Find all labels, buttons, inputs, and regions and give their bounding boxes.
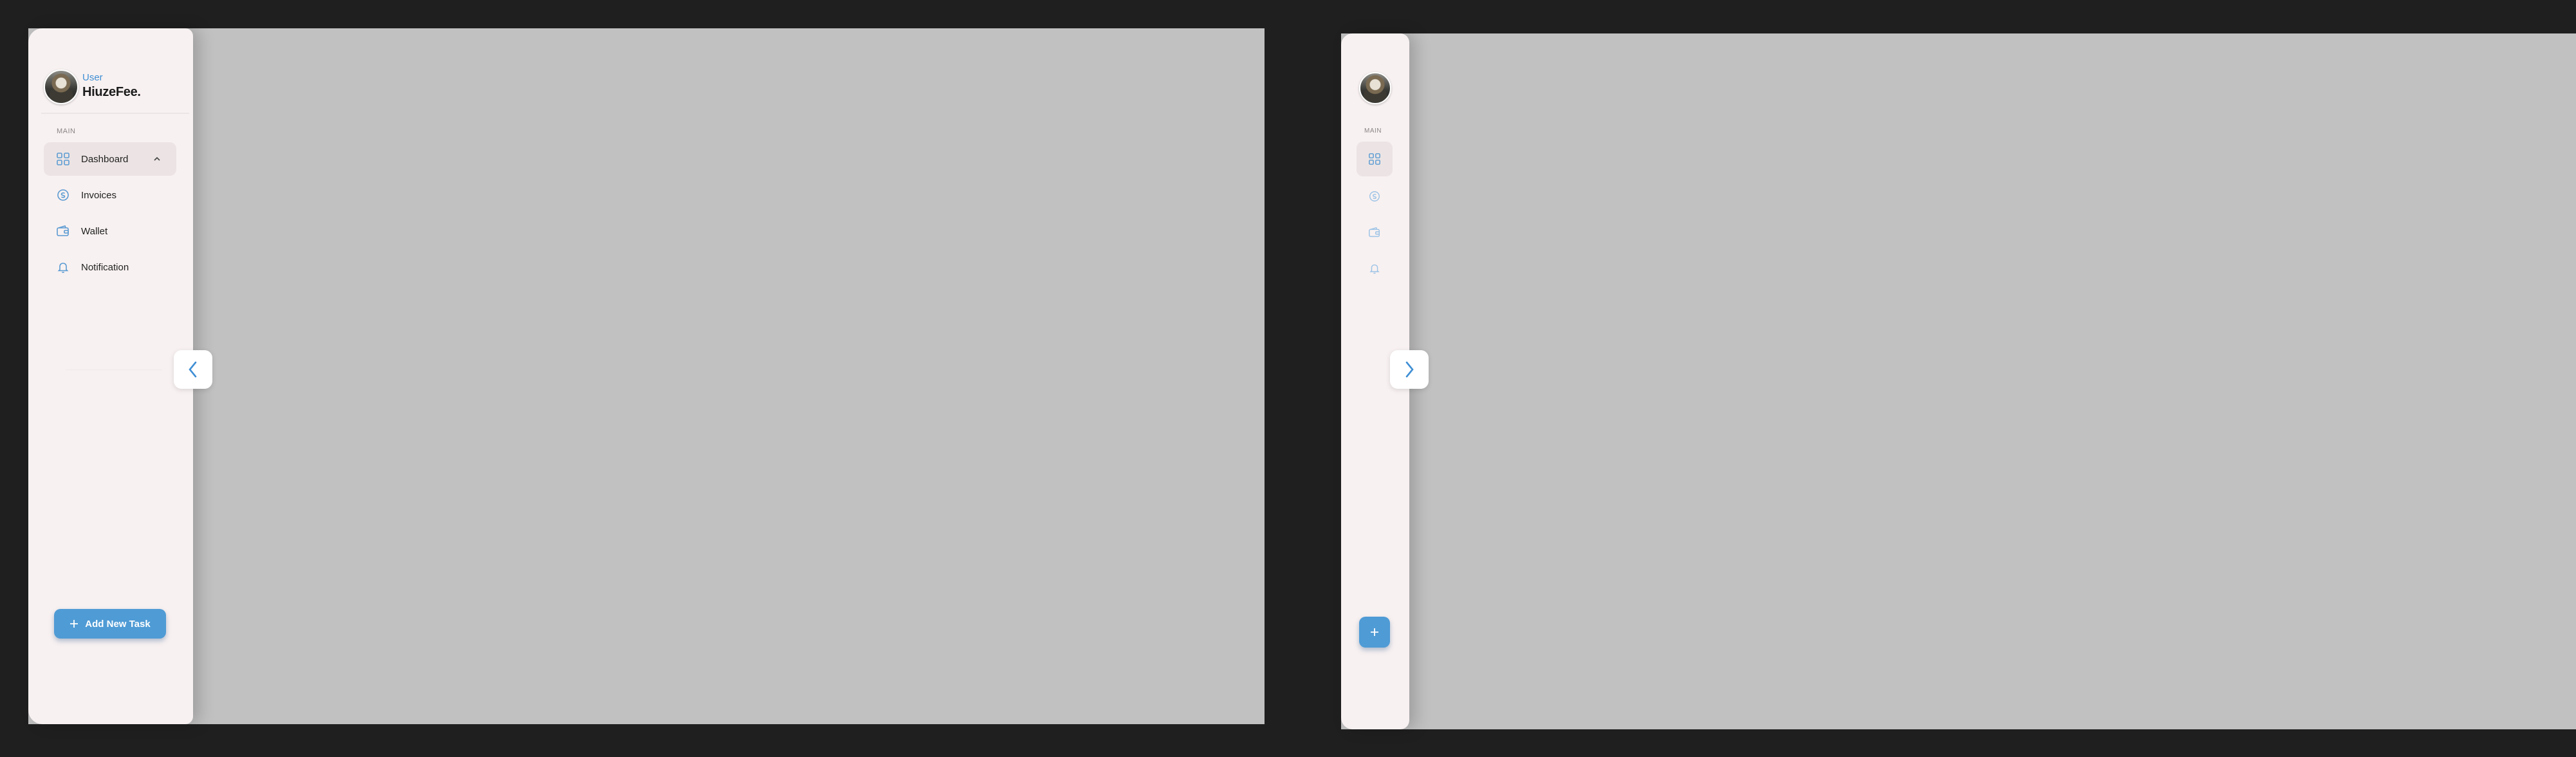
invoice-icon (1368, 190, 1381, 203)
plus-icon (69, 619, 79, 628)
user-role-label: User (82, 72, 103, 83)
sidebar-item-wallet[interactable] (1357, 215, 1393, 250)
sidebar-item-label: Wallet (81, 225, 108, 237)
add-new-task-label: Add New Task (85, 618, 151, 630)
divider (41, 113, 189, 114)
chevron-right-icon (1402, 360, 1416, 379)
collapse-sidebar-button[interactable] (174, 350, 212, 389)
sidebar-item-dashboard[interactable] (1357, 142, 1393, 176)
bell-icon (55, 259, 71, 275)
wallet-icon (55, 223, 71, 239)
divider (66, 369, 162, 370)
section-label-main: MAIN (57, 127, 76, 135)
invoice-icon (55, 187, 71, 203)
sidebar-item-notification[interactable] (1357, 251, 1393, 286)
grid-icon (55, 151, 71, 167)
avatar[interactable] (44, 70, 79, 104)
grid-icon (1368, 153, 1381, 165)
plus-icon (1370, 628, 1379, 637)
wallet-icon (1368, 226, 1381, 239)
sidebar-item-notification[interactable]: Notification (44, 250, 176, 284)
sidebar-item-invoices[interactable] (1357, 179, 1393, 214)
sidebar-item-dashboard[interactable]: Dashboard (44, 142, 176, 176)
chevron-left-icon (186, 360, 200, 379)
expanded-layout-panel: User HiuzeFee. MAIN Dashboard Invoices W… (28, 28, 1265, 724)
avatar[interactable] (1359, 72, 1391, 104)
sidebar-expanded: User HiuzeFee. MAIN Dashboard Invoices W… (28, 28, 193, 724)
sidebar-item-label: Notification (81, 261, 129, 273)
user-name: HiuzeFee. (82, 85, 141, 99)
collapsed-layout-panel: MAIN (1341, 33, 2576, 729)
section-label-main: MAIN (1364, 127, 1382, 135)
sidebar-item-label: Invoices (81, 189, 117, 201)
add-new-task-button[interactable] (1359, 617, 1390, 648)
sidebar-item-wallet[interactable]: Wallet (44, 214, 176, 248)
add-new-task-button[interactable]: Add New Task (54, 609, 166, 639)
sidebar-item-label: Dashboard (81, 153, 129, 165)
expand-sidebar-button[interactable] (1390, 350, 1429, 389)
chevron-up-icon[interactable] (152, 154, 162, 167)
sidebar-item-invoices[interactable]: Invoices (44, 178, 176, 212)
bell-icon (1368, 262, 1381, 275)
